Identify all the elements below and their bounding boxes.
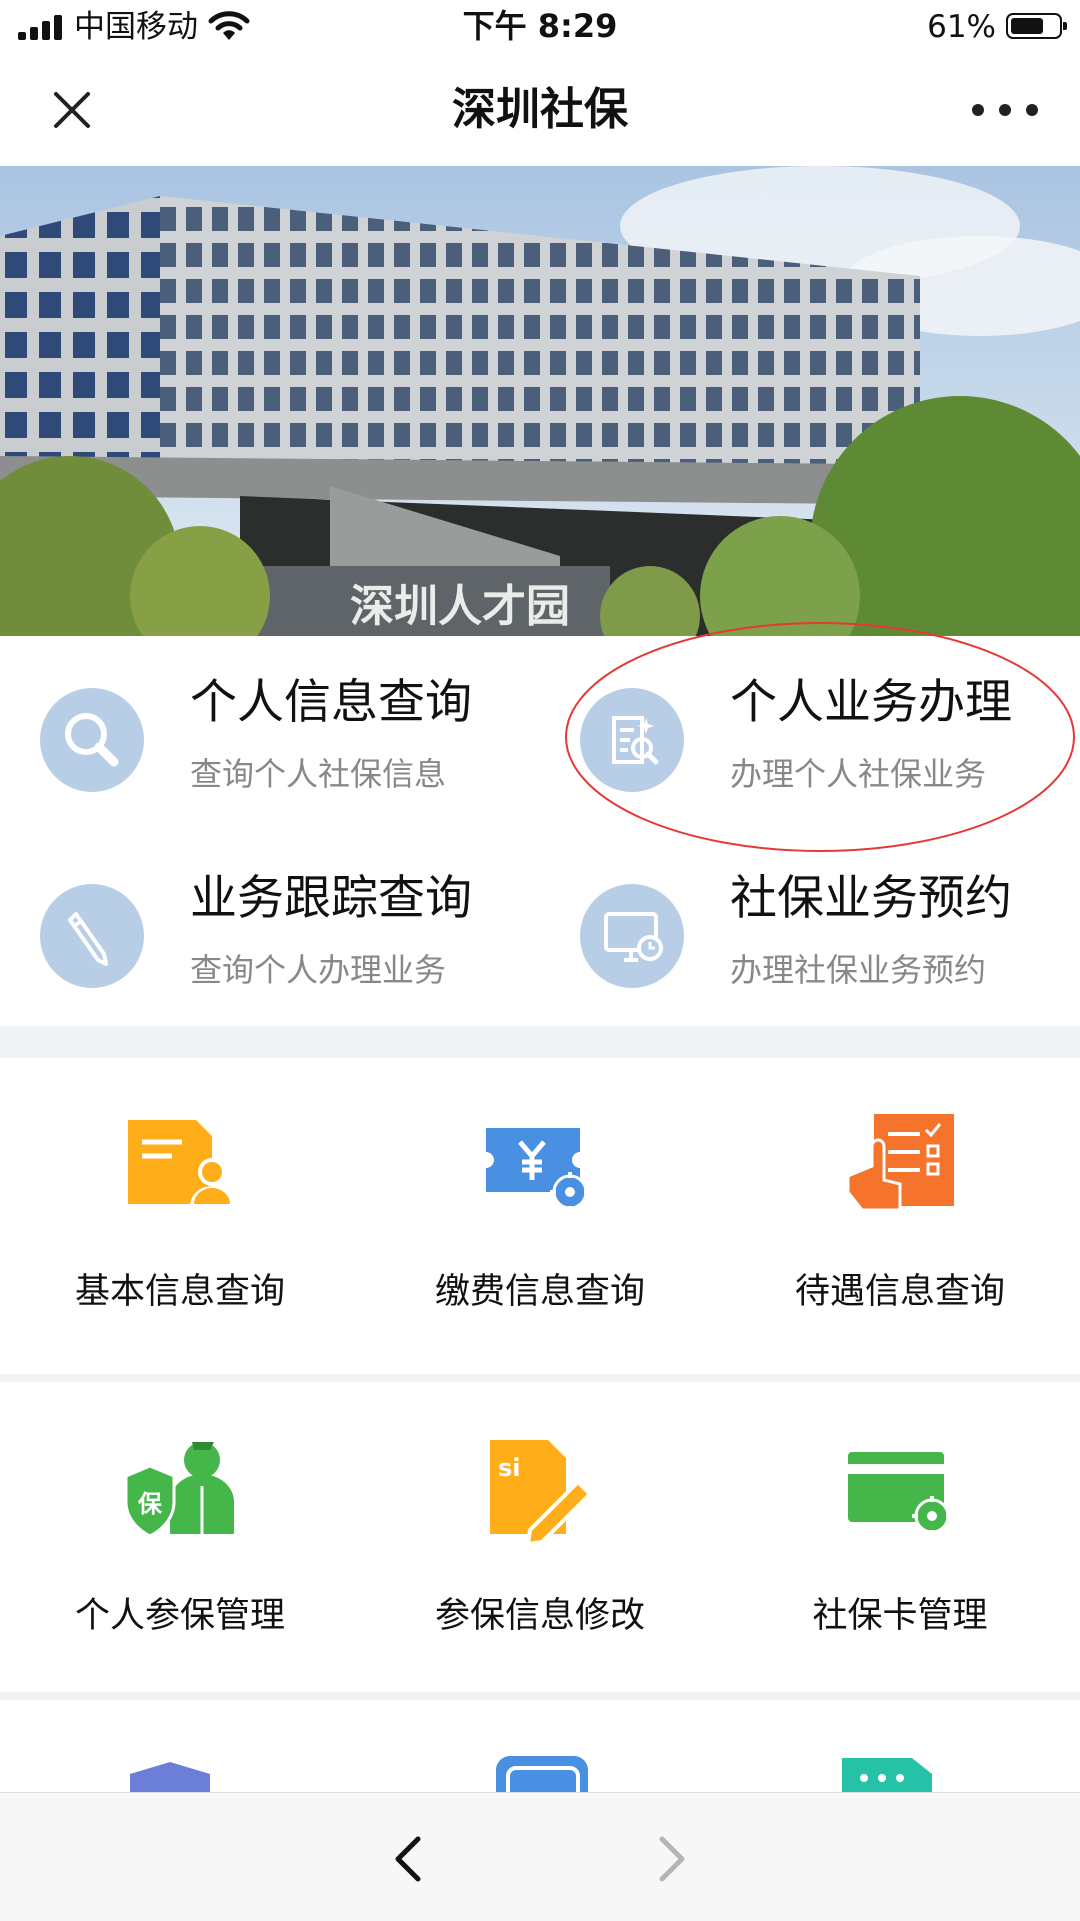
grid-item-social-card[interactable]: 社保卡管理 <box>720 1382 1080 1698</box>
si-text: si <box>498 1454 521 1482</box>
service-grid-row: 保 个人参保管理 si 参保信息修改 社保卡管理 <box>0 1382 1080 1692</box>
document-search-icon <box>580 688 684 792</box>
back-arrow-icon[interactable] <box>378 1829 438 1889</box>
magnifier-icon <box>40 688 144 792</box>
quick-item-subtitle: 办理个人社保业务 <box>730 755 987 793</box>
battery-icon <box>1006 13 1067 39</box>
service-grid-row-partial <box>0 1700 1080 1792</box>
grid-item-basic-info[interactable]: 基本信息查询 <box>0 1058 360 1374</box>
shield-person-icon: 保 <box>124 1442 234 1538</box>
quick-item-subtitle: 查询个人办理业务 <box>190 951 447 989</box>
quick-item-title: 个人业务办理 <box>730 675 1012 730</box>
profile-card-icon <box>128 1120 234 1206</box>
forward-arrow-icon[interactable] <box>642 1829 702 1889</box>
si-document-edit-icon: si <box>490 1440 592 1546</box>
grid-item-label: 待遇信息查询 <box>794 1272 1005 1312</box>
clock: 下午 8:29 <box>462 7 618 45</box>
browser-toolbar <box>0 1792 1080 1921</box>
yuan-ticket-gear-icon <box>486 1128 590 1212</box>
shield-icon[interactable] <box>130 1762 210 1792</box>
quick-item-title: 个人信息查询 <box>190 675 472 730</box>
quick-item-title: 社保业务预约 <box>730 871 1012 926</box>
quick-item-business-tracking[interactable]: 业务跟踪查询 查询个人办理业务 <box>0 832 540 1022</box>
service-grid-row: 基本信息查询 缴费信息查询 待遇信息查询 <box>0 1058 1080 1374</box>
grid-item-benefit-info[interactable]: 待遇信息查询 <box>720 1058 1080 1374</box>
more-options-icon[interactable] <box>972 92 1038 128</box>
battery-percent: 61% <box>927 9 996 45</box>
row-divider <box>0 1692 1080 1700</box>
status-bar: 中国移动 下午 8:29 61% <box>0 0 1080 54</box>
monitor-clock-icon <box>580 884 684 988</box>
pencil-icon <box>40 884 144 988</box>
quick-item-title: 业务跟踪查询 <box>190 871 472 926</box>
grid-item-label: 基本信息查询 <box>74 1272 285 1312</box>
grid-item-label: 缴费信息查询 <box>434 1272 645 1312</box>
quick-item-appointment[interactable]: 社保业务预约 办理社保业务预约 <box>540 832 1080 1022</box>
grid-item-insurance-modify[interactable]: si 参保信息修改 <box>360 1382 720 1698</box>
grid-item-label: 个人参保管理 <box>74 1596 285 1636</box>
hand-checklist-icon <box>846 1114 954 1212</box>
quick-item-personal-info-query[interactable]: 个人信息查询 查询个人社保信息 <box>0 636 540 826</box>
quick-item-personal-business[interactable]: 个人业务办理 办理个人社保业务 <box>540 636 1080 826</box>
quick-item-subtitle: 办理社保业务预约 <box>730 951 987 989</box>
card-icon[interactable] <box>494 1754 594 1792</box>
message-icon[interactable] <box>842 1758 932 1792</box>
banner-image: 深圳人才园 <box>0 166 1080 636</box>
grid-item-payment-info[interactable]: 缴费信息查询 <box>360 1058 720 1374</box>
page-title: 深圳社保 <box>452 84 628 135</box>
banner-sign-text: 深圳人才园 <box>350 581 570 632</box>
section-divider <box>0 1026 1080 1058</box>
grid-item-insurance-management[interactable]: 保 个人参保管理 <box>0 1382 360 1698</box>
card-gear-icon <box>848 1452 952 1536</box>
quick-item-subtitle: 查询个人社保信息 <box>190 755 447 793</box>
shield-text: 保 <box>137 1490 163 1518</box>
quick-services: 个人信息查询 查询个人社保信息 个人业务办理 办理个人社保业务 业务跟踪查询 查… <box>0 636 1080 1026</box>
row-divider <box>0 1374 1080 1382</box>
grid-item-label: 参保信息修改 <box>434 1596 645 1636</box>
grid-item-label: 社保卡管理 <box>812 1596 988 1636</box>
nav-bar: 深圳社保 <box>0 54 1080 166</box>
